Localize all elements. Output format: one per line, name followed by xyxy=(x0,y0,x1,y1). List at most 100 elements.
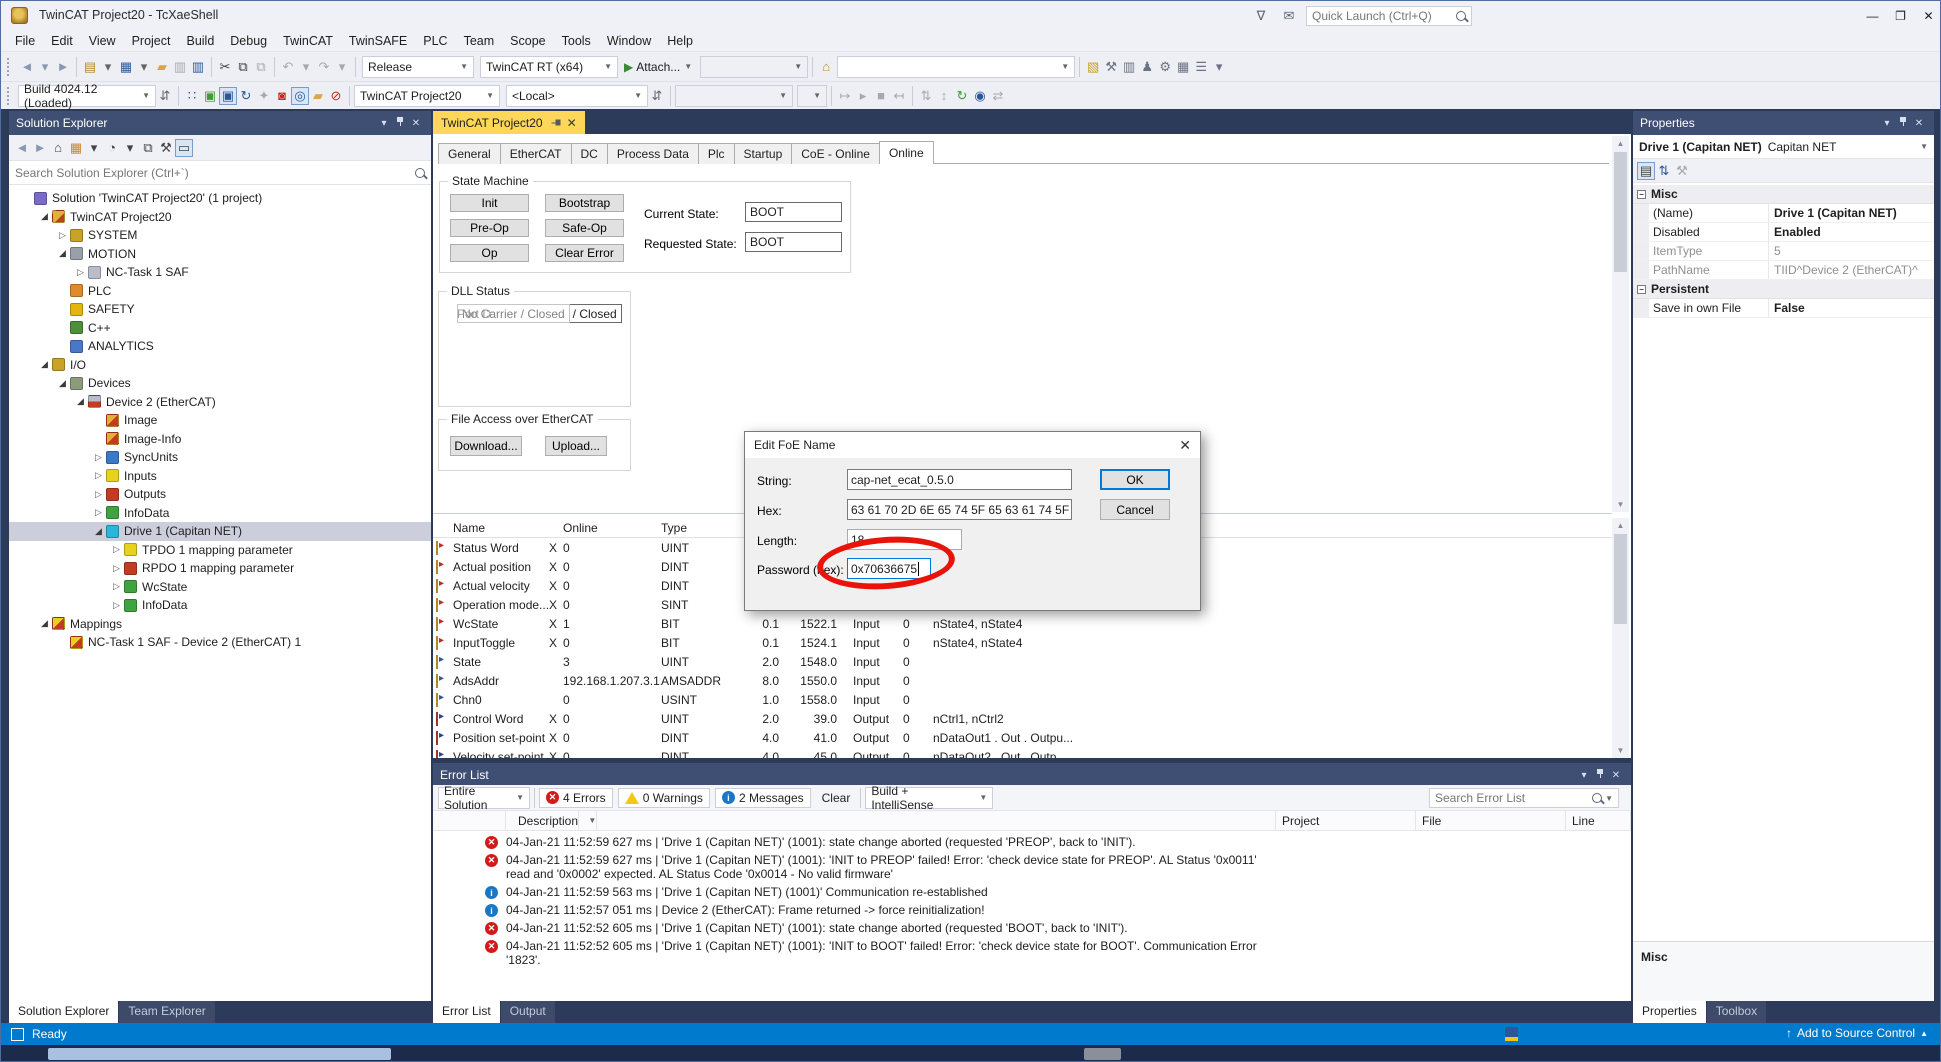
menu-item[interactable]: Tools xyxy=(554,32,599,50)
tree-item[interactable]: WcState xyxy=(9,578,431,597)
variable-row[interactable]: Control Word X 0 UINT 2.0 39.0 Output 0 … xyxy=(433,709,1612,728)
state-button[interactable]: Init xyxy=(450,194,529,212)
pending-dropdown[interactable]: ▾ xyxy=(121,139,139,157)
col-name[interactable]: Name xyxy=(453,521,549,535)
new-project-dropdown[interactable]: ▾ xyxy=(99,58,117,76)
variable-row[interactable]: AdsAddr 192.168.1.207.3.1:1... AMSADDR 8… xyxy=(433,671,1612,690)
pin-icon[interactable] xyxy=(1895,116,1911,130)
tools-icon[interactable]: ⚒ xyxy=(1102,58,1120,76)
expand-icon[interactable]: ↕ xyxy=(935,87,953,105)
twisty-icon[interactable] xyxy=(109,544,124,555)
warnings-filter-button[interactable]: 0 Warnings xyxy=(618,788,710,808)
target-order-icon[interactable]: ⇵ xyxy=(648,87,666,105)
error-row[interactable]: ✕ 04-Jan-21 11:52:59 627 ms | 'Drive 1 (… xyxy=(433,833,1631,851)
error-row[interactable]: i 04-Jan-21 11:52:59 563 ms | 'Drive 1 (… xyxy=(433,883,1631,901)
close-icon[interactable]: ✕ xyxy=(1911,118,1927,129)
string-field[interactable]: cap-net_ecat_0.5.0 xyxy=(847,469,1072,490)
twisty-icon[interactable] xyxy=(37,618,52,629)
close-icon[interactable]: ✕ xyxy=(1608,770,1624,781)
variable-row[interactable]: Velocity set-point X 0 DINT 4.0 45.0 Out… xyxy=(433,747,1612,758)
more-dropdown[interactable]: ▾ xyxy=(1210,58,1228,76)
categorized-icon[interactable]: ▤ xyxy=(1637,162,1655,180)
tree-item[interactable]: Mappings xyxy=(9,615,431,634)
redo-dropdown[interactable]: ▾ xyxy=(333,58,351,76)
open-folder-icon[interactable]: ▰ xyxy=(153,58,171,76)
device-subtab[interactable]: Process Data xyxy=(607,143,699,164)
menu-item[interactable]: Project xyxy=(124,32,179,50)
pin-icon[interactable] xyxy=(550,118,561,128)
bottom-tab[interactable]: Properties xyxy=(1633,1001,1706,1023)
error-search-box[interactable]: Search Error List ▼ xyxy=(1429,788,1619,808)
menu-item[interactable]: Window xyxy=(599,32,659,50)
error-row[interactable]: ✕ 04-Jan-21 11:52:59 627 ms | 'Drive 1 (… xyxy=(433,851,1631,883)
swap-icon[interactable]: ⇅ xyxy=(917,87,935,105)
download-button[interactable]: Download... xyxy=(450,436,522,456)
green-box-icon[interactable]: ▣ xyxy=(201,87,219,105)
tree-item[interactable]: InfoData xyxy=(9,596,431,615)
twisty-icon[interactable] xyxy=(37,359,52,370)
device-subtab[interactable]: CoE - Online xyxy=(791,143,880,164)
maximize-button[interactable]: ❐ xyxy=(1887,1,1914,31)
tree-item[interactable]: PLC xyxy=(9,282,431,301)
step-out-icon[interactable]: ↤ xyxy=(890,87,908,105)
twisty-icon[interactable] xyxy=(109,600,124,611)
minimize-button[interactable]: — xyxy=(1859,1,1886,31)
preview-selected-icon[interactable]: ▭ xyxy=(175,139,193,157)
property-row[interactable]: Disabled Enabled xyxy=(1633,223,1934,242)
clear-button[interactable]: Clear xyxy=(816,791,857,805)
toolbar-grip[interactable] xyxy=(7,87,14,105)
tree-item[interactable]: NC-Task 1 SAF - Device 2 (EtherCAT) 1 xyxy=(9,633,431,652)
menu-item[interactable]: Scope xyxy=(502,32,553,50)
scope-icon[interactable]: ▦ xyxy=(67,139,85,157)
twisty-icon[interactable] xyxy=(91,489,106,500)
error-row[interactable]: ✕ 04-Jan-21 11:52:52 605 ms | 'Drive 1 (… xyxy=(433,937,1631,969)
scan-icon[interactable]: ✦ xyxy=(255,87,273,105)
col-description[interactable]: Description ▼ xyxy=(506,811,1276,830)
grid-vscrollbar[interactable]: ▲ ▼ xyxy=(1612,518,1629,758)
editor-vscrollbar[interactable]: ▲ ▼ xyxy=(1612,136,1629,512)
col-file[interactable]: File xyxy=(1416,811,1566,830)
nav-back-dropdown[interactable]: ▾ xyxy=(36,58,54,76)
twisty-icon[interactable] xyxy=(37,211,52,222)
tree-item[interactable]: SAFETY xyxy=(9,300,431,319)
device-subtab[interactable]: General xyxy=(438,143,501,164)
tree-item[interactable]: Image-Info xyxy=(9,430,431,449)
tree-item[interactable]: Solution 'TwinCAT Project20' (1 project) xyxy=(9,189,431,208)
variable-row[interactable]: State 3 UINT 2.0 1548.0 Input 0 xyxy=(433,652,1612,671)
menu-item[interactable]: View xyxy=(81,32,124,50)
package-icon[interactable]: ▧ xyxy=(1084,58,1102,76)
menu-item[interactable]: Edit xyxy=(43,32,81,50)
device-subtab[interactable]: Online xyxy=(879,141,934,164)
copy-icon[interactable]: ⧉ xyxy=(234,58,252,76)
menu-item[interactable]: Debug xyxy=(222,32,275,50)
redo-icon[interactable]: ↷ xyxy=(315,58,333,76)
close-icon[interactable]: ✕ xyxy=(408,118,424,129)
bottom-tab[interactable]: Team Explorer xyxy=(119,1001,214,1023)
device-subtab[interactable]: DC xyxy=(571,143,608,164)
category-persistent[interactable]: −Persistent xyxy=(1633,280,1934,299)
menu-item[interactable]: TwinCAT xyxy=(275,32,341,50)
tree-item[interactable]: I/O xyxy=(9,356,431,375)
chevron-down-icon[interactable]: ▾ xyxy=(376,118,392,129)
object-selector-combo[interactable]: Drive 1 (Capitan NET) Capitan NET ▼ xyxy=(1633,135,1934,159)
tree-item[interactable]: MOTION xyxy=(9,245,431,264)
alphabetical-icon[interactable]: ⇅ xyxy=(1655,162,1673,180)
free-run-icon[interactable]: ◙ xyxy=(273,87,291,105)
step-into-icon[interactable]: ↦ xyxy=(836,87,854,105)
bottom-tab[interactable]: Error List xyxy=(433,1001,500,1023)
tree-item[interactable]: Inputs xyxy=(9,467,431,486)
solution-platform-combo[interactable]: TwinCAT RT (x64)▼ xyxy=(480,56,618,78)
se-forward-icon[interactable]: ► xyxy=(31,139,49,157)
error-scope-combo[interactable]: Entire Solution▼ xyxy=(438,787,530,809)
add-item-icon[interactable]: ▦ xyxy=(117,58,135,76)
variable-row[interactable]: Position set-point X 0 DINT 4.0 41.0 Out… xyxy=(433,728,1612,747)
scope-dropdown[interactable]: ▾ xyxy=(85,139,103,157)
home-icon[interactable]: ⌂ xyxy=(49,139,67,157)
pin-icon[interactable] xyxy=(1592,768,1608,782)
menu-item[interactable]: Build xyxy=(178,32,222,50)
run-icon[interactable]: ▸ xyxy=(854,87,872,105)
state-button[interactable]: Bootstrap xyxy=(545,194,624,212)
settings-gear-icon[interactable]: ⚙ xyxy=(1156,58,1174,76)
save-all-icon[interactable]: ▥ xyxy=(189,58,207,76)
open-project-folder-icon[interactable]: ▰ xyxy=(309,87,327,105)
